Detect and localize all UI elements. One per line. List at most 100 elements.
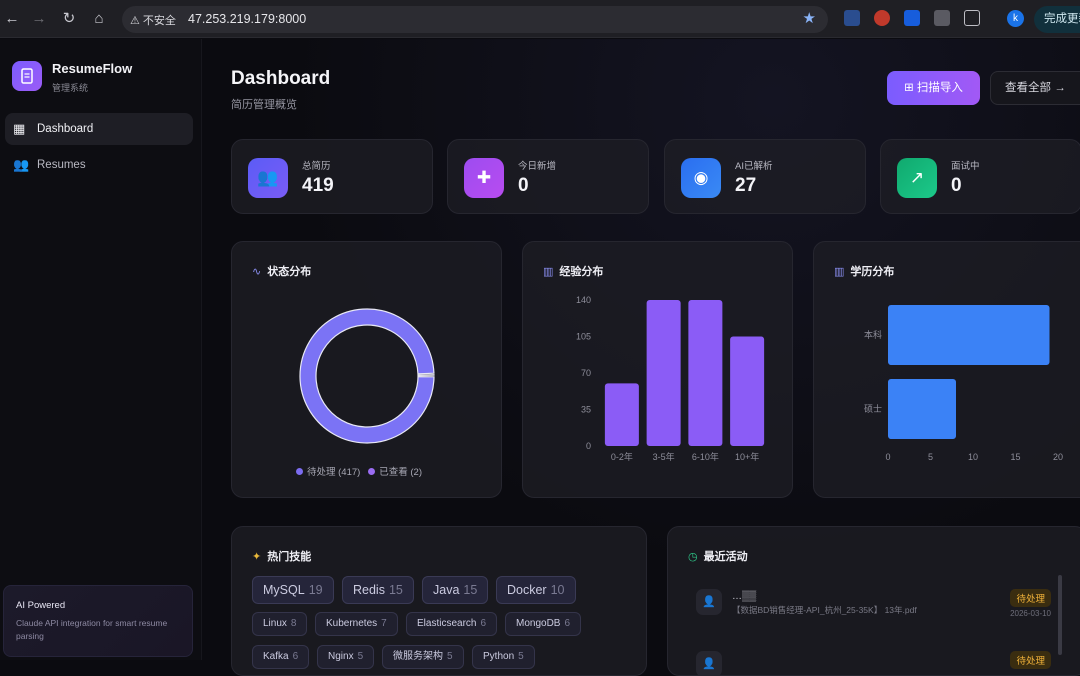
ai-panel-description: Claude API integration for smart resume … <box>16 618 168 641</box>
bar-1 <box>646 300 681 446</box>
skill-chip[interactable]: Docker 10 <box>496 576 576 604</box>
bookmark-star-icon[interactable]: ★ <box>803 9 816 27</box>
sidebar-item-resumes[interactable]: 👥 Resumes <box>5 149 193 181</box>
skill-count: 10 <box>550 583 565 597</box>
status-badge: 待处理 <box>1010 589 1051 607</box>
x-tick-label: 20 <box>1053 452 1063 462</box>
not-secure-warning[interactable]: ⚠ 不安全 <box>130 12 176 28</box>
skill-name: Docker <box>507 583 547 597</box>
experience-bar-chart: 0 35 70 105 140 0-2年 3-5年 6-10年 10+年 <box>576 295 765 462</box>
view-all-button[interactable]: 查看全部 → <box>990 71 1080 105</box>
trending-up-icon: ↗ <box>897 158 937 198</box>
legend-label-viewed: 已查看 (2) <box>379 467 423 478</box>
main-content: Dashboard 简历管理概览 ⊞ 扫描导入 查看全部 → 👥 总简历 419… <box>203 39 1080 676</box>
skill-count: 5 <box>518 651 524 662</box>
extension-red-icon[interactable] <box>874 10 890 26</box>
skills-title-text: 热门技能 <box>267 551 312 563</box>
skill-chip[interactable]: Python 5 <box>472 645 535 669</box>
skill-count: 6 <box>480 618 487 629</box>
extension-shield-icon[interactable] <box>904 10 920 26</box>
skill-chip[interactable]: MongoDB 6 <box>505 612 582 636</box>
stat-card-interviewing[interactable]: ↗ 面试中 0 <box>880 139 1080 214</box>
home-icon[interactable]: ⌂ <box>89 9 109 29</box>
x-tick-label: 15 <box>1010 452 1020 462</box>
skills-title: ✦ 热门技能 <box>252 548 311 564</box>
skill-count: 5 <box>447 651 453 662</box>
skill-count: 6 <box>292 651 299 662</box>
activity-item[interactable]: 👤 待处理 <box>696 647 1051 675</box>
y-tick-label: 70 <box>581 368 591 378</box>
x-tick-label: 3-5年 <box>653 451 675 462</box>
skill-chip[interactable]: Kubernetes 7 <box>315 612 398 636</box>
stat-card-today[interactable]: ✚ 今日新增 0 <box>447 139 649 214</box>
skill-name: MySQL <box>263 583 305 597</box>
stat-value: 0 <box>951 175 962 196</box>
hot-skills-card: ✦ 热门技能 MySQL 19 Redis 15 Java 15 Docker 10 Linux 8… <box>231 526 647 676</box>
app-name: ResumeFlow <box>52 61 133 76</box>
page-subtitle: 简历管理概览 <box>231 99 297 111</box>
extension-chart-icon[interactable] <box>844 10 860 26</box>
recent-activity-card: ◷ 最近活动 👤 …▒▒ 【数据BD销售经理-API_杭州_25-35K】 13年… <box>667 526 1080 676</box>
activity-title: ◷ 最近活动 <box>688 548 748 564</box>
activity-scrollbar[interactable] <box>1058 575 1062 655</box>
bar-2 <box>688 300 723 446</box>
stat-label: 面试中 <box>951 161 980 172</box>
skill-name: Linux <box>263 618 287 629</box>
skill-chip[interactable]: Redis 15 <box>342 576 414 604</box>
skill-name: Elasticsearch <box>417 618 477 629</box>
scan-import-button[interactable]: ⊞ 扫描导入 <box>887 71 980 105</box>
extensions-puzzle-icon[interactable] <box>964 10 980 26</box>
x-tick-label: 0 <box>885 452 890 462</box>
skill-name: Java <box>433 583 460 597</box>
back-icon[interactable]: ← <box>2 9 22 29</box>
ai-panel-title: AI Powered <box>16 600 66 611</box>
skill-count: 8 <box>290 618 297 629</box>
stat-label: AI已解析 <box>735 161 773 172</box>
skill-chip[interactable]: Elasticsearch 6 <box>406 612 498 636</box>
legend-dot <box>368 468 376 475</box>
arrow-right-icon: → <box>1054 82 1066 94</box>
update-button[interactable]: 完成更新 <box>1034 6 1080 33</box>
activity-item[interactable]: 👤 …▒▒ 【数据BD销售经理-API_杭州_25-35K】 13年.pdf 待… <box>696 585 1051 635</box>
activity-title-text: 最近活动 <box>703 551 748 563</box>
url-text[interactable]: 47.253.219.179:8000 <box>188 12 306 26</box>
extension-grey-icon[interactable] <box>934 10 950 26</box>
scan-import-label: 扫描导入 <box>916 82 963 94</box>
status-badge: 待处理 <box>1010 651 1051 669</box>
activity-item-file: 【数据BD销售经理-API_杭州_25-35K】 13年.pdf <box>732 605 917 615</box>
skill-chip[interactable]: Java 15 <box>422 576 489 604</box>
skill-name: Kubernetes <box>326 618 378 629</box>
skill-count: 15 <box>463 583 478 597</box>
stat-card-ai-parsed[interactable]: ◉ AI已解析 27 <box>664 139 866 214</box>
activity-item-date: 2026-03-10 <box>1010 609 1051 618</box>
sidebar-item-dashboard[interactable]: ▦ Dashboard <box>5 113 193 145</box>
skill-chip[interactable]: MySQL 19 <box>252 576 334 604</box>
skill-name: Kafka <box>263 651 289 662</box>
legend-dot <box>296 468 303 475</box>
user-icon: 👤 <box>696 651 722 675</box>
sidebar-item-label: Dashboard <box>37 123 94 135</box>
x-tick-label: 6-10年 <box>692 451 719 462</box>
bar-0 <box>604 383 639 446</box>
profile-avatar[interactable]: k <box>1007 10 1024 27</box>
browser-toolbar: ← → ↻ ⌂ ⚠ 不安全 47.253.219.179:8000 ★ k 完成… <box>0 0 1080 38</box>
brain-icon: ◉ <box>681 158 721 198</box>
skill-name: Redis <box>353 583 385 597</box>
status-distribution-card: ∿ 状态分布 待处理 (417) 已查看 (2) <box>231 241 502 498</box>
forward-icon[interactable]: → <box>29 9 49 29</box>
not-secure-label: 不安全 <box>142 15 176 27</box>
skill-chip[interactable]: Linux 8 <box>252 612 308 636</box>
y-tick-label: 0 <box>586 441 591 451</box>
stat-card-total[interactable]: 👥 总简历 419 <box>231 139 433 214</box>
y-tick-label: 35 <box>581 405 591 415</box>
skill-chip[interactable]: 微服务架构 5 <box>382 645 464 669</box>
reload-icon[interactable]: ↻ <box>59 9 79 29</box>
skill-chip[interactable]: Kafka 6 <box>252 645 310 669</box>
skill-name: 微服务架构 <box>393 651 443 662</box>
x-tick-label: 10 <box>968 452 978 462</box>
skill-chip[interactable]: Nginx 5 <box>317 645 375 669</box>
donut-slice-1 <box>417 374 435 376</box>
grid-icon: ▦ <box>13 121 26 136</box>
page-title: Dashboard <box>231 68 331 89</box>
address-bar[interactable]: ⚠ 不安全 47.253.219.179:8000 ★ <box>122 6 828 33</box>
